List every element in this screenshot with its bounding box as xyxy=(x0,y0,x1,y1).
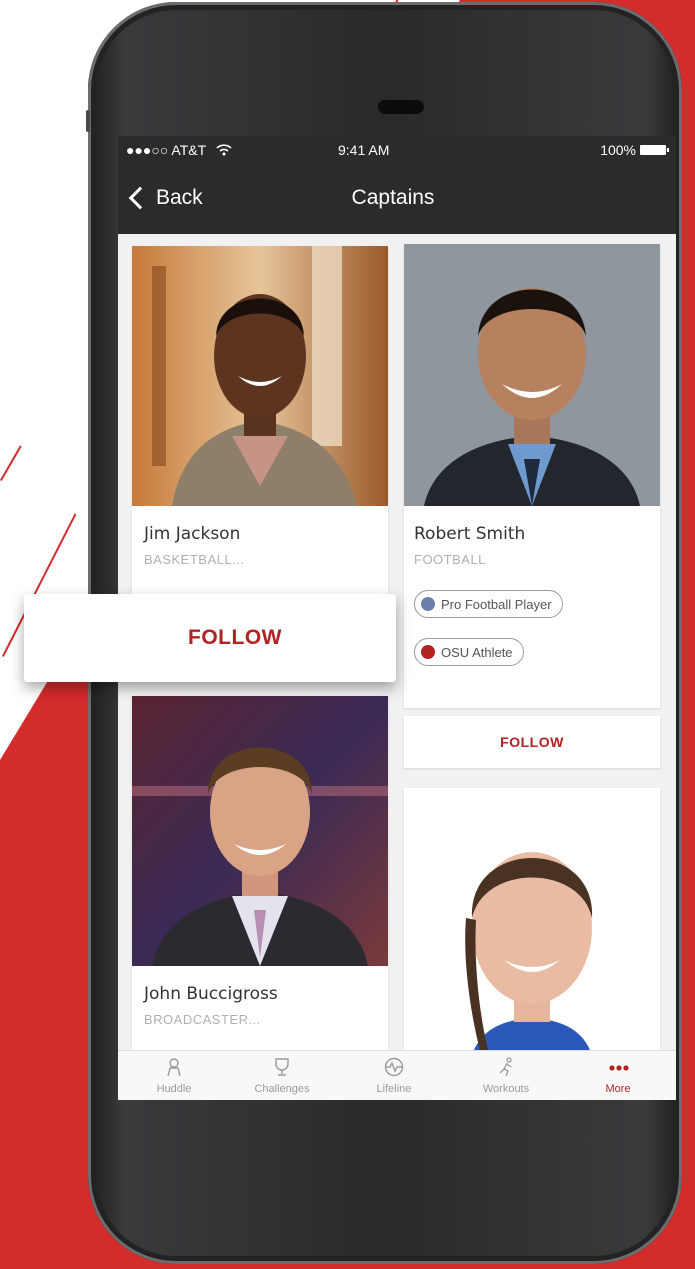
captain-sport: BASKETBALL... xyxy=(144,552,245,567)
captain-photo xyxy=(404,788,660,1050)
battery-status: 100% xyxy=(600,142,669,158)
tab-more[interactable]: More xyxy=(570,1051,666,1100)
front-camera xyxy=(286,66,294,74)
carrier-label: ●●●○○ AT&T xyxy=(126,142,232,158)
captain-name: Robert Smith xyxy=(414,524,526,544)
page-title: Captains xyxy=(351,186,435,209)
tab-label: Challenges xyxy=(254,1083,310,1095)
clock: 9:41 AM xyxy=(338,142,390,158)
badge-osu-athlete[interactable]: OSU Athlete xyxy=(414,638,524,666)
tab-bar: Huddle Challenges Lifeline Workouts More xyxy=(118,1050,676,1100)
osu-logo-icon xyxy=(421,645,435,659)
tab-label: More xyxy=(605,1083,631,1095)
follow-button-robert-smith[interactable]: FOLLOW xyxy=(404,716,660,768)
captain-name: John Buccigross xyxy=(144,984,278,1004)
follow-button-jim-jackson[interactable]: FOLLOW xyxy=(24,594,396,682)
decorative-line xyxy=(0,445,22,481)
captain-photo xyxy=(404,244,660,506)
captain-card-john-buccigross[interactable]: John Buccigross BROADCASTER... xyxy=(132,696,388,1056)
trophy-icon xyxy=(275,1058,289,1076)
lifeline-icon xyxy=(384,1057,404,1077)
captain-name: Jim Jackson xyxy=(144,524,241,544)
captain-card-robert-smith[interactable]: Robert Smith FOOTBALL Pro Football Playe… xyxy=(404,244,660,708)
captain-photo xyxy=(132,696,388,966)
huddle-icon xyxy=(167,1058,181,1077)
navigation-bar: Back Captains xyxy=(118,164,676,234)
tab-challenges[interactable]: Challenges xyxy=(234,1051,330,1100)
tab-label: Huddle xyxy=(156,1083,192,1095)
tab-huddle[interactable]: Huddle xyxy=(126,1051,222,1100)
captain-sport: FOOTBALL xyxy=(414,552,486,567)
captain-card-4[interactable] xyxy=(404,788,660,1050)
battery-icon xyxy=(640,145,669,155)
badge-pro-football-player[interactable]: Pro Football Player xyxy=(414,590,563,618)
earpiece-speaker xyxy=(378,100,424,114)
tab-lifeline[interactable]: Lifeline xyxy=(346,1051,442,1100)
captain-card-jim-jackson[interactable]: Jim Jackson BASKETBALL... xyxy=(132,246,388,646)
captain-photo xyxy=(132,246,388,506)
football-helmet-icon xyxy=(421,597,435,611)
tab-label: Workouts xyxy=(482,1083,530,1095)
captain-sport: BROADCASTER... xyxy=(144,1012,261,1027)
more-dots-icon xyxy=(609,1065,629,1071)
tab-workouts[interactable]: Workouts xyxy=(458,1051,554,1100)
wifi-icon xyxy=(216,144,232,156)
runner-icon xyxy=(499,1057,512,1077)
tab-label: Lifeline xyxy=(376,1083,412,1095)
side-button xyxy=(86,110,90,132)
status-bar: ●●●○○ AT&T 9:41 AM 100% xyxy=(118,136,676,164)
